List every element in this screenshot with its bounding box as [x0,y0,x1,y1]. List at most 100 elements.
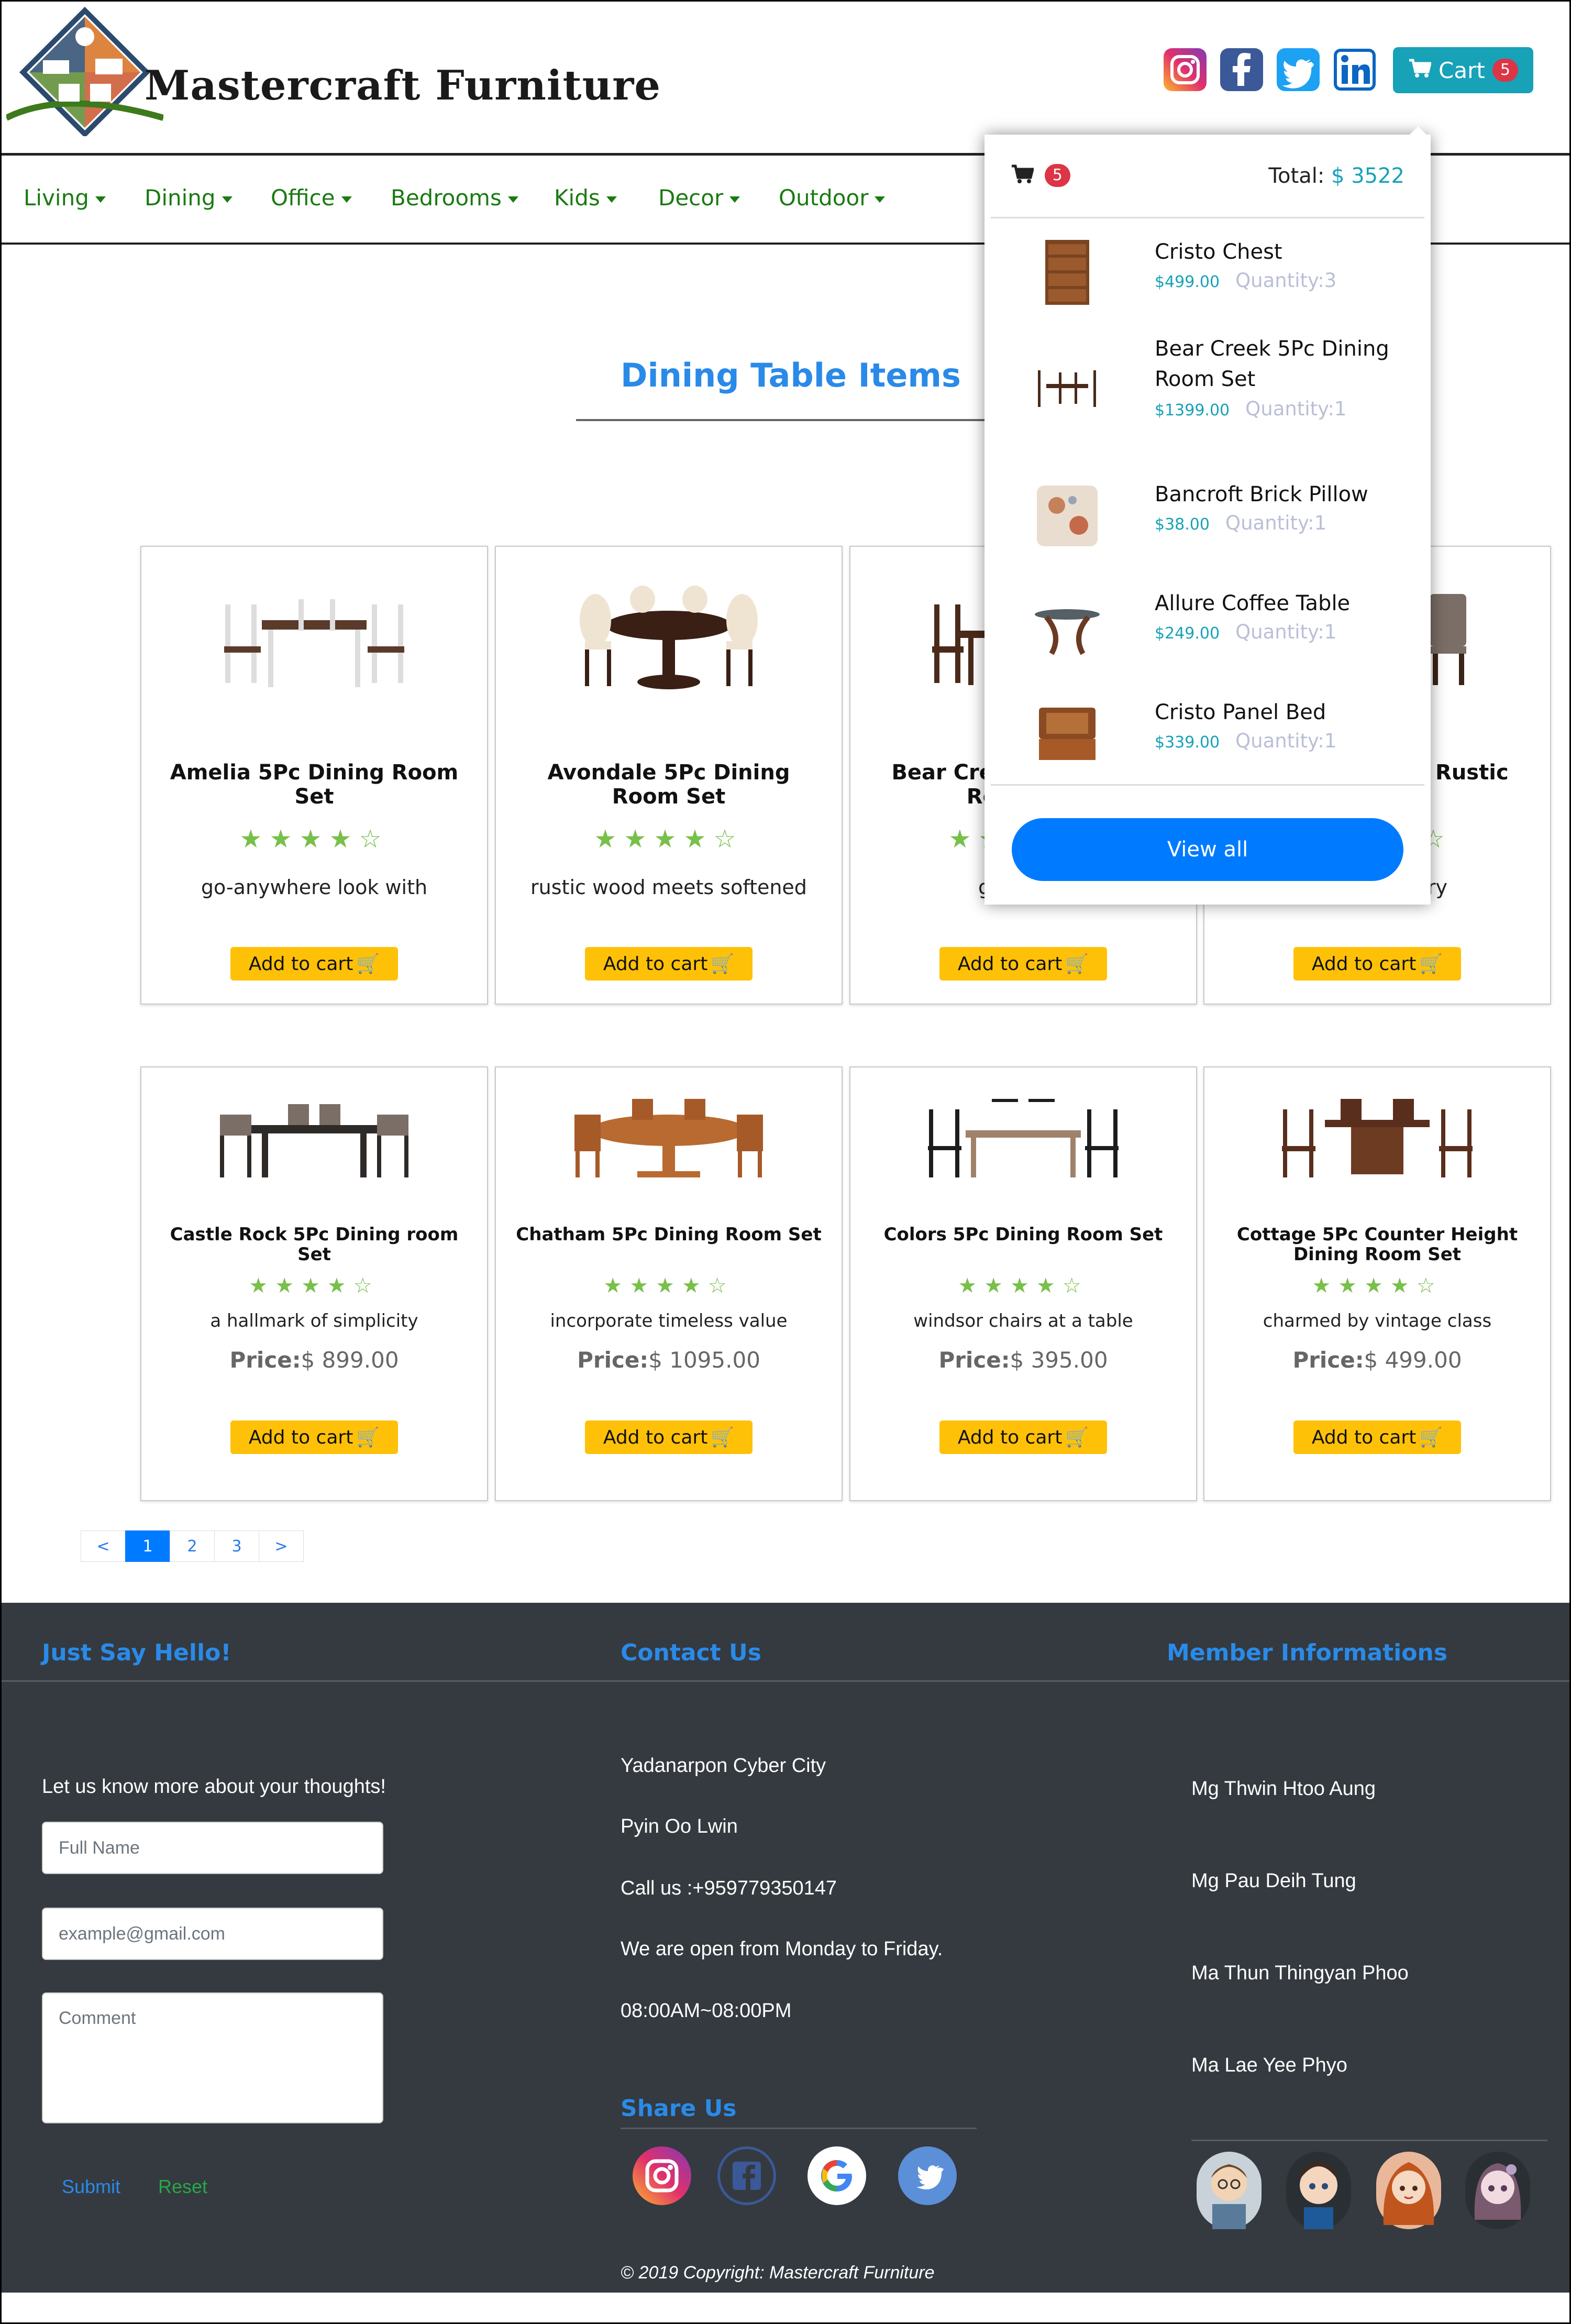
product-description: windsor chairs at a table [913,1310,1133,1331]
shopping-cart-icon: 🛒 [356,1427,380,1448]
footer-divider [0,1680,1571,1682]
nav-item-outdoor[interactable]: Outdoor [779,185,886,211]
view-all-button[interactable]: View all [1012,818,1403,881]
linkedin-icon[interactable] [1333,48,1376,91]
add-to-cart-button[interactable]: Add to cart 🛒 [230,1420,398,1454]
caret-down-icon [222,196,233,203]
contact-heading: Contact Us [621,1639,761,1666]
cart-dropdown: 5 Total: $ 3522 Cristo Chest $499.00 Quan… [984,126,1431,905]
product-name[interactable]: Colors 5Pc Dining Room Set [866,1225,1180,1244]
brand-name[interactable]: Mastercraft Furniture [145,62,661,109]
nav-item-living[interactable]: Living [24,185,106,211]
reset-button[interactable]: Reset [158,2176,207,2198]
nav-label: Decor [658,185,724,211]
product-card[interactable]: Chatham 5Pc Dining Room Set ★★★★☆ incorp… [495,1066,843,1501]
pagination-prev[interactable]: < [81,1530,126,1562]
product-card[interactable]: Castle Rock 5Pc Dining room Set ★★★★☆ a … [140,1066,488,1501]
add-to-cart-button[interactable]: Add to cart 🛒 [585,1420,753,1454]
dropdown-arrow [1410,126,1426,135]
shopping-cart-icon: 🛒 [356,953,380,975]
twitter-icon[interactable] [898,2146,957,2205]
brand-logo[interactable] [5,5,164,138]
caret-down-icon [606,196,617,203]
rating-stars-icon: ★★★★☆ [249,1274,380,1298]
add-to-cart-label: Add to cart [603,1426,708,1448]
pagination-page-3[interactable]: 3 [214,1530,259,1562]
cart-count-badge: 5 [1044,164,1070,187]
price-value: $ 1095.00 [648,1347,760,1373]
pagination-next[interactable]: > [259,1530,304,1562]
product-name[interactable]: Cottage 5Pc Counter Height Dining Room S… [1220,1225,1534,1264]
email-input[interactable]: example@gmail.com [42,1908,383,1960]
nav-item-office[interactable]: Office [271,185,352,211]
nav-item-decor[interactable]: Decor [658,185,740,211]
nav-item-kids[interactable]: Kids [554,185,617,211]
add-to-cart-button[interactable]: Add to cart 🛒 [1293,947,1461,981]
shopping-cart-icon: 🛒 [1419,953,1443,975]
product-description: a hallmark of simplicity [210,1310,418,1331]
product-card[interactable]: Amelia 5Pc Dining Room Set ★★★★☆ go-anyw… [140,546,488,1005]
nav-item-bedrooms[interactable]: Bedrooms [391,185,518,211]
product-name[interactable]: Avondale 5Pc Dining Room Set [512,761,826,809]
facebook-icon[interactable] [1220,48,1263,91]
pagination-page-1[interactable]: 1 [125,1530,170,1562]
cart-item-price: $499.00 [1155,273,1220,291]
product-name[interactable]: Amelia 5Pc Dining Room Set [157,761,471,809]
full-name-input[interactable]: Full Name [42,1822,383,1874]
nav-label: Living [24,185,89,211]
submit-button[interactable]: Submit [62,2176,120,2198]
cart-item-meta: $339.00 Quantity:1 [1155,730,1336,752]
rating-stars-icon: ★★★★☆ [958,1274,1089,1298]
pagination-page-2[interactable]: 2 [170,1530,215,1562]
price-label: Price: [938,1347,1010,1373]
shopping-cart-icon: 🛒 [1065,953,1089,975]
cart-item-quantity: 1 [1334,398,1347,420]
product-card[interactable]: Avondale 5Pc Dining Room Set ★★★★☆ rusti… [495,546,843,1005]
product-price: Price:$ 499.00 [1204,1347,1550,1373]
product-image [574,1099,763,1177]
product-name[interactable]: Castle Rock 5Pc Dining room Set [157,1225,471,1264]
caret-down-icon [341,196,352,203]
product-image [928,1099,1119,1177]
add-to-cart-button[interactable]: Add to cart 🛒 [939,947,1107,981]
cart-item-price: $249.00 [1155,624,1220,643]
nav-label: Outdoor [779,185,869,211]
product-description: rustic wood meets softened [530,876,807,899]
rating-stars-icon: ★★★★☆ [1312,1274,1443,1298]
cart-item-name: Cristo Panel Bed [1155,700,1326,724]
add-to-cart-button[interactable]: Add to cart 🛒 [585,947,753,981]
cart-total: Total: $ 3522 [1268,164,1404,188]
quantity-label: Quantity: [1245,398,1334,420]
product-card[interactable]: Colors 5Pc Dining Room Set ★★★★☆ windsor… [849,1066,1197,1501]
cart-item-image [1037,486,1098,546]
cart-item-image [1045,240,1089,305]
cart-button[interactable]: Cart 5 [1393,47,1533,93]
instagram-icon[interactable] [1164,48,1207,91]
cart-item-quantity: 3 [1324,269,1337,292]
add-to-cart-button[interactable]: Add to cart 🛒 [1293,1420,1461,1454]
product-description: incorporate timeless value [550,1310,788,1331]
google-icon[interactable] [807,2146,866,2205]
product-card[interactable]: Cottage 5Pc Counter Height Dining Room S… [1203,1066,1551,1501]
product-image [580,586,758,689]
caret-down-icon [507,196,518,203]
cart-item-image [1038,370,1096,407]
add-to-cart-button[interactable]: Add to cart 🛒 [230,947,398,981]
caret-down-icon [729,196,740,203]
product-description: charmed by vintage class [1263,1310,1492,1331]
twitter-icon[interactable] [1277,48,1320,91]
instagram-icon[interactable] [633,2146,691,2205]
product-name[interactable]: Chatham 5Pc Dining Room Set [512,1225,826,1244]
add-to-cart-button[interactable]: Add to cart 🛒 [939,1420,1107,1454]
hello-intro: Let us know more about your thoughts! [42,1776,386,1798]
quantity-label: Quantity: [1225,512,1314,534]
product-price: Price:$ 899.00 [141,1347,487,1373]
nav-item-dining[interactable]: Dining [145,185,233,211]
comment-textarea[interactable]: Comment [42,1992,383,2123]
hello-heading: Just Say Hello! [42,1639,231,1666]
add-to-cart-label: Add to cart [248,1426,353,1448]
nav-label: Bedrooms [391,185,502,211]
price-value: $ 499.00 [1364,1347,1462,1373]
facebook-icon[interactable] [717,2146,776,2205]
product-description: go-anywhere look with [201,876,428,899]
